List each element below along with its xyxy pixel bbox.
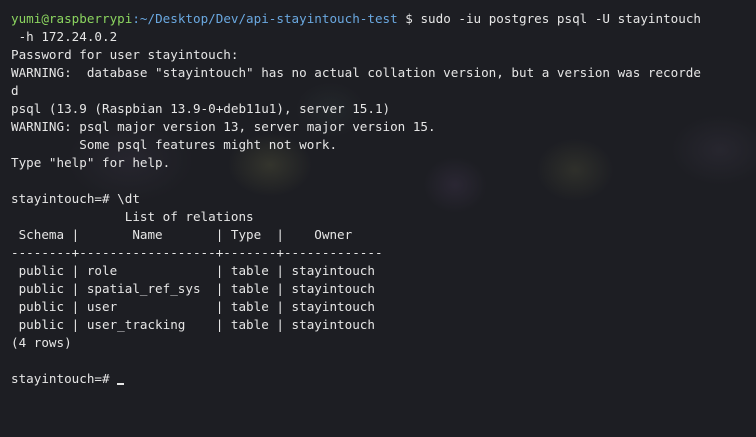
terminal-window[interactable]: yumi@raspberrypi:~/Desktop/Dev/api-stayi… — [0, 0, 756, 437]
table-row: public | user | table | stayintouch — [11, 299, 375, 314]
table-caption: List of relations — [11, 209, 254, 224]
table-row: public | role | table | stayintouch — [11, 263, 375, 278]
table-header: Schema | Name | Type | Owner — [11, 227, 353, 242]
psql-prompt: stayintouch=# — [11, 371, 118, 386]
text-cursor — [117, 383, 125, 385]
table-separator: --------+------------------+-------+----… — [11, 245, 383, 260]
output-line: psql (13.9 (Raspbian 13.9-0+deb11u1), se… — [11, 101, 391, 116]
output-line: Some psql features might not work. — [11, 137, 338, 152]
prompt-symbol: $ — [397, 11, 421, 26]
output-line: -h 172.24.0.2 — [11, 29, 118, 44]
terminal-output[interactable]: yumi@raspberrypi:~/Desktop/Dev/api-stayi… — [11, 10, 750, 388]
table-row: public | spatial_ref_sys | table | stayi… — [11, 281, 375, 296]
prompt-path: :~/Desktop/Dev/api-stayintouch-test — [132, 11, 398, 26]
row-count: (4 rows) — [11, 335, 72, 350]
output-line: WARNING: psql major version 13, server m… — [11, 119, 436, 134]
table-row: public | user_tracking | table | stayint… — [11, 317, 375, 332]
output-line: Type "help" for help. — [11, 155, 171, 170]
input-line[interactable]: stayintouch=# — [11, 370, 750, 388]
output-line: WARNING: database "stayintouch" has no a… — [11, 65, 701, 80]
prompt-user-host: yumi@raspberrypi — [11, 11, 133, 26]
psql-command-line: stayintouch=# \dt — [11, 191, 140, 206]
output-line: Password for user stayintouch: — [11, 47, 239, 62]
command-line: yumi@raspberrypi:~/Desktop/Dev/api-stayi… — [11, 10, 750, 28]
command-text: sudo -iu postgres psql -U stayintouch — [420, 11, 701, 26]
output-line: d — [11, 83, 19, 98]
